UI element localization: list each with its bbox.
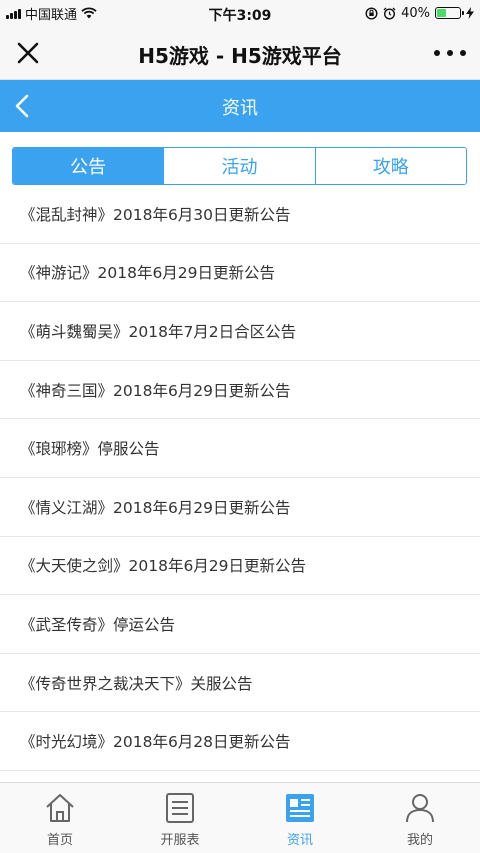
- nav-label: 开服表: [160, 833, 200, 848]
- news-item[interactable]: 《萌斗魏蜀吴》2018年7月2日合区公告: [0, 302, 480, 361]
- user-icon: [406, 794, 434, 823]
- battery-percent: 40%: [401, 5, 430, 21]
- tab-label: 攻略: [372, 157, 409, 178]
- home-icon: [46, 794, 74, 822]
- tab-label: 公告: [70, 157, 107, 178]
- status-bar: 中国联通 下午3:09 40%: [0, 0, 480, 26]
- alarm-icon: [383, 7, 396, 20]
- news-item[interactable]: 《神奇三国》2018年6月29日更新公告: [0, 361, 480, 420]
- tab-events[interactable]: 活动: [163, 148, 315, 184]
- battery-icon: [435, 7, 464, 19]
- bottom-nav: 首页 开服表 资讯 我的: [0, 782, 480, 853]
- window-title: H5游戏 - H5游戏平台: [138, 44, 342, 68]
- page-header: 资讯: [0, 80, 480, 132]
- page-title: 资讯: [222, 98, 258, 119]
- nav-profile[interactable]: 我的: [360, 783, 480, 853]
- news-list: 《混乱封神》2018年6月30日更新公告 《神游记》2018年6月29日更新公告…: [0, 185, 480, 771]
- more-icon[interactable]: [434, 40, 466, 66]
- news-item[interactable]: 《琅琊榜》停服公告: [0, 419, 480, 478]
- tab-guides[interactable]: 攻略: [314, 148, 466, 184]
- close-icon[interactable]: [14, 39, 42, 67]
- news-item[interactable]: 《情义江湖》2018年6月29日更新公告: [0, 478, 480, 537]
- news-item[interactable]: 《混乱封神》2018年6月30日更新公告: [0, 185, 480, 244]
- nav-server-list[interactable]: 开服表: [120, 783, 240, 853]
- news-item[interactable]: 《传奇世界之裁决天下》关服公告: [0, 654, 480, 713]
- nav-label: 首页: [46, 833, 73, 848]
- server-list-icon: [166, 793, 194, 823]
- rotation-lock-icon: [365, 6, 378, 20]
- nav-news[interactable]: 资讯: [240, 783, 360, 853]
- status-right: 40%: [365, 0, 474, 26]
- tab-label: 活动: [221, 157, 258, 178]
- nav-label: 我的: [406, 833, 433, 848]
- news-item[interactable]: 《大天使之剑》2018年6月29日更新公告: [0, 537, 480, 596]
- news-item[interactable]: 《武圣传奇》停运公告: [0, 595, 480, 654]
- news-item[interactable]: 《神游记》2018年6月29日更新公告: [0, 244, 480, 303]
- tab-announcement[interactable]: 公告: [13, 148, 164, 184]
- title-bar: H5游戏 - H5游戏平台: [0, 26, 480, 80]
- nav-home[interactable]: 首页: [0, 783, 120, 853]
- charging-icon: [466, 7, 474, 19]
- news-icon: [286, 794, 314, 822]
- nav-label: 资讯: [286, 833, 313, 848]
- news-item[interactable]: 《时光幻境》2018年6月28日更新公告: [0, 712, 480, 771]
- category-tabs: 公告 活动 攻略: [12, 147, 467, 185]
